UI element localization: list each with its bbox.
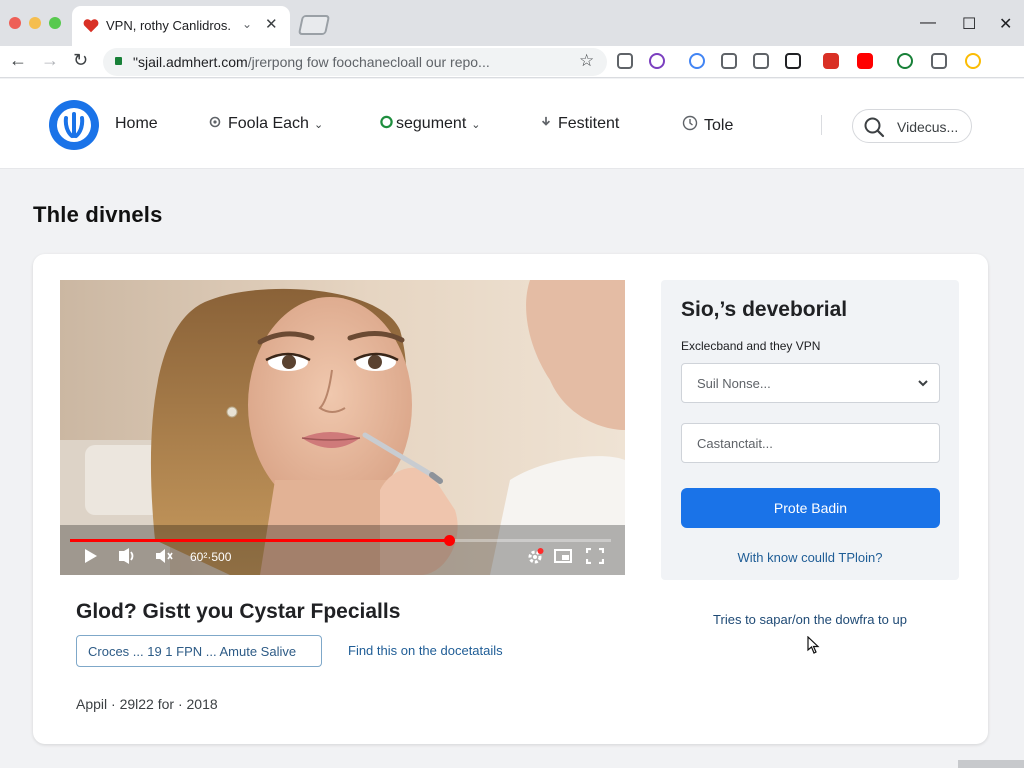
circle-icon <box>380 115 393 129</box>
panel-select-value: Suil Nonse... <box>697 376 771 391</box>
panel-label: Exclecband and they VPN <box>681 339 821 353</box>
chevron-down-icon <box>917 373 929 396</box>
nav-segument[interactable]: segument ⌄ <box>380 115 480 133</box>
page-title: Thle divnels <box>33 202 163 227</box>
video-progress-fill <box>70 539 449 542</box>
panel-help-link[interactable]: With know coulld TPloin? <box>661 550 959 565</box>
header-divider <box>821 115 822 135</box>
gear-icon <box>209 116 221 128</box>
download-icon <box>541 116 551 126</box>
google-icon[interactable] <box>689 53 705 69</box>
video-info-chip[interactable]: Croces ... 19 1 FPN ... Amute Salive <box>76 635 322 667</box>
panel-title: Sio,’s deveborial <box>681 298 848 321</box>
youtube-icon[interactable] <box>857 53 873 69</box>
site-search[interactable]: Videcus... <box>852 109 972 143</box>
nav-home-label: Home <box>115 115 158 132</box>
video-progress-handle[interactable] <box>443 535 455 546</box>
heart-icon <box>83 19 99 33</box>
nav-home[interactable]: Home <box>115 115 158 133</box>
browser-toolbar: ← → ↻ "sjail.admhert.com/jrerpong fow fo… <box>0 46 1024 78</box>
chevron-down-icon: ⌄ <box>471 119 481 131</box>
settings-ext-icon[interactable] <box>753 53 769 69</box>
nav-tole-label: Tole <box>704 117 734 134</box>
circle-ext-icon[interactable] <box>897 53 913 69</box>
video-player[interactable]: 60²·500 <box>60 280 625 575</box>
window-zoom-dot[interactable] <box>49 17 61 29</box>
lock-icon <box>115 57 122 65</box>
minimize-icon[interactable]: — <box>920 14 936 32</box>
browser-tab-active[interactable]: VPN, rothy Canlidros. ⌄ ✕ <box>72 6 290 46</box>
video-progress-bar[interactable] <box>70 535 611 546</box>
volume-icon[interactable] <box>155 548 175 564</box>
heart-ext-icon[interactable] <box>823 53 839 69</box>
maximize-icon[interactable]: ☐ <box>962 14 976 34</box>
eye-icon[interactable] <box>785 53 801 69</box>
nav-festitent[interactable]: Festitent <box>540 115 619 133</box>
url-path: /jrerpong fow foochanecloall our repo... <box>247 54 490 70</box>
play-icon[interactable] <box>84 548 98 564</box>
list-icon[interactable] <box>931 53 947 69</box>
url-host: "sjail.admhert.com <box>133 54 248 70</box>
close-window-icon[interactable]: ✕ <box>999 14 1012 34</box>
panel-footer-link[interactable]: Tries to sapar/on the dowfra to up <box>661 612 959 627</box>
find-details-link[interactable]: Find this on the docetatails <box>348 643 503 658</box>
video-time: 60²·500 <box>190 550 232 564</box>
video-frame-image <box>60 280 625 575</box>
next-icon[interactable] <box>118 548 136 564</box>
settings-icon[interactable] <box>526 548 544 566</box>
miniplayer-icon[interactable] <box>554 548 572 564</box>
video-title: Glod? Gistt you Cystar Fpecialls <box>76 600 401 623</box>
content-card: 60²·500 Glod? Gistt you Cystar Fpecialls… <box>33 254 988 744</box>
panel-submit-button[interactable]: Prote Badin <box>681 488 940 528</box>
chevron-down-icon: ⌄ <box>313 119 324 131</box>
scrollbar[interactable] <box>958 760 1024 768</box>
nav-segument-label: segument <box>396 115 467 132</box>
site-logo-icon[interactable] <box>48 99 100 151</box>
side-panel: Sio,’s deveborial Exclecband and they VP… <box>661 280 959 580</box>
forward-icon[interactable]: → <box>41 50 59 71</box>
mouse-cursor-icon <box>807 636 820 654</box>
search-icon <box>864 117 885 138</box>
nav-foola-each[interactable]: Foola Each ⌄ <box>208 115 323 133</box>
clock-icon <box>682 115 698 131</box>
site-header: Home Foola Each ⌄ segument ⌄ Festitent Tol… <box>0 79 1024 169</box>
search-input[interactable]: Videcus... <box>897 119 958 135</box>
panel-input[interactable]: Castanctait... <box>681 423 940 463</box>
panel-input-placeholder: Castanctait... <box>697 436 773 451</box>
tab-close-icon[interactable]: ✕ <box>265 15 278 33</box>
profile-ext-icon[interactable] <box>649 53 665 69</box>
url-text: "sjail.admhert.com/jrerpong fow foochane… <box>133 54 490 70</box>
tab-menu-icon[interactable]: ⌄ <box>242 17 252 31</box>
new-tab-button[interactable] <box>297 15 331 35</box>
nav-foola-each-label: Foola Each <box>228 115 309 132</box>
window-minimize-dot[interactable] <box>29 17 41 29</box>
nav-festitent-label: Festitent <box>558 115 620 132</box>
nav-tole[interactable]: Tole <box>682 115 733 135</box>
chrome-icon[interactable] <box>965 53 981 69</box>
back-icon[interactable]: ← <box>9 50 27 71</box>
reader-icon[interactable] <box>721 53 737 69</box>
fullscreen-icon[interactable] <box>586 548 604 564</box>
address-bar[interactable]: "sjail.admhert.com/jrerpong fow foochane… <box>103 48 607 76</box>
bookmark-star-icon[interactable]: ☆ <box>579 51 594 71</box>
reload-icon[interactable]: ↻ <box>73 50 88 71</box>
video-meta: Appil · 29l22 for · 2018 <box>76 696 218 712</box>
browser-tab-strip: VPN, rothy Canlidros. ⌄ ✕ — ☐ ✕ <box>0 0 1024 46</box>
window-close-dot[interactable] <box>9 17 21 29</box>
share-icon[interactable] <box>617 53 633 69</box>
panel-select[interactable]: Suil Nonse... <box>681 363 940 403</box>
tab-title: VPN, rothy Canlidros. <box>106 18 231 33</box>
